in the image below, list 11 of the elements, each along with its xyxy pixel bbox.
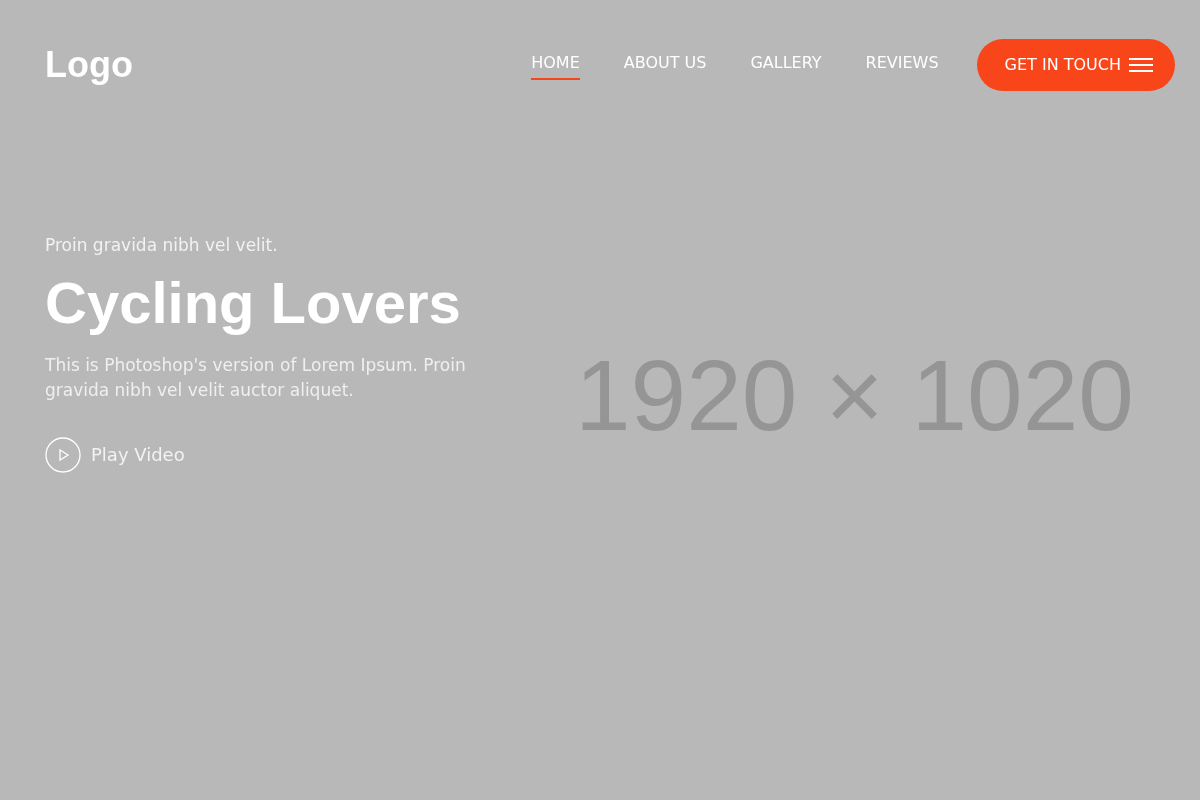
play-icon[interactable] (45, 436, 81, 473)
logo[interactable]: Logo (45, 43, 133, 86)
nav-link[interactable]: ABOUT US (623, 49, 707, 80)
nav-link[interactable]: HOME (531, 49, 580, 80)
get-in-touch-button[interactable]: GET IN TOUCH (976, 38, 1175, 91)
nav-link[interactable]: GALLERY (750, 49, 822, 80)
hero-kicker: Proin gravida nibh vel velit. (45, 235, 279, 255)
hero-title: Cycling Lovers (45, 271, 462, 335)
nav-link[interactable]: REVIEWS (865, 49, 939, 80)
menu-icon (1129, 56, 1153, 73)
play-video-link[interactable]: Play Video (91, 444, 185, 466)
